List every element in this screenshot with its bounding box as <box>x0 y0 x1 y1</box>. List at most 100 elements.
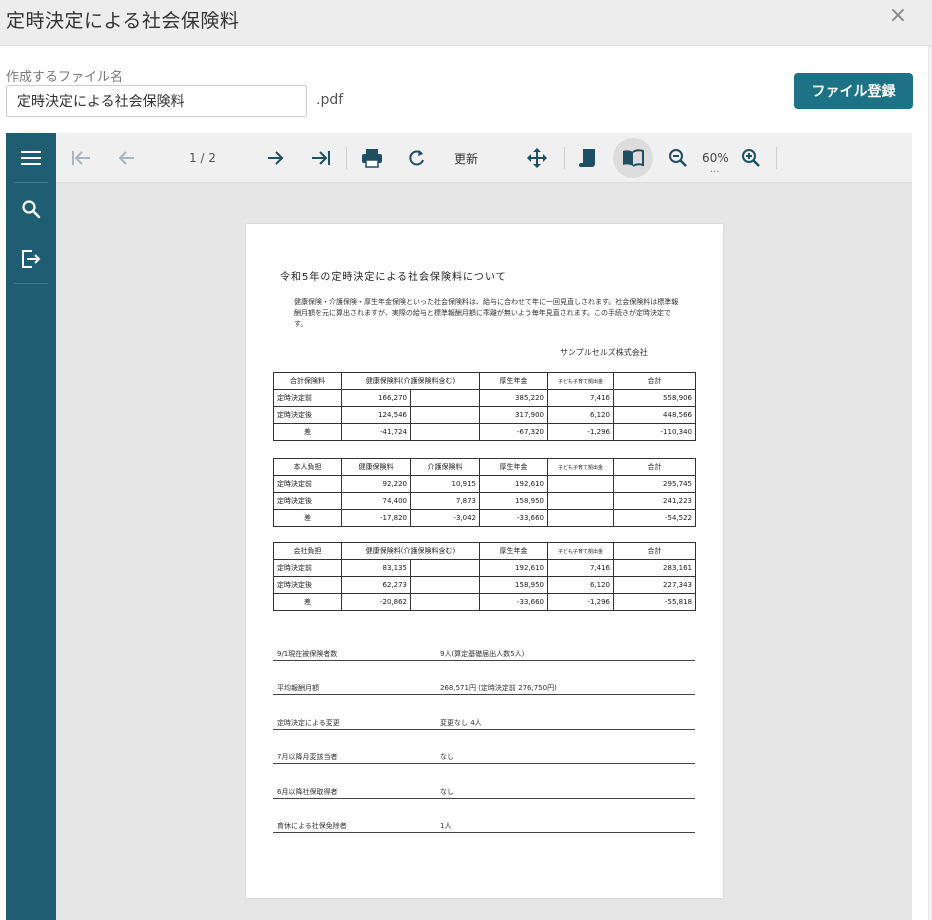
table-cell: 192,610 <box>479 559 548 577</box>
info-value: なし <box>440 788 454 796</box>
table-header-cell: 本人負担 <box>273 458 342 476</box>
table-header-cell: 厚生年金 <box>479 372 548 390</box>
table-cell: 7,416 <box>547 389 614 407</box>
pdf-viewer: 1 / 2 更新 60% ... 令和5年の定時決定による社会保険料について 健… <box>6 133 912 920</box>
document-intro: 健康保険・介護保険・厚生年金保険といった社会保険料は、給与に合わせて年に一回見直… <box>294 298 679 328</box>
previous-page-icon[interactable] <box>112 143 142 173</box>
table-cell <box>410 559 480 577</box>
table-cell: 差 <box>273 423 342 441</box>
table-row: 定時決定前 92,220 10,915 192,610 295,745 <box>273 475 696 493</box>
table-cell: -110,340 <box>613 423 696 441</box>
scrollbar[interactable] <box>928 46 932 920</box>
table-cell: -1,296 <box>547 423 614 441</box>
table-cell: 定時決定後 <box>273 492 342 510</box>
next-page-icon[interactable] <box>260 143 290 173</box>
table-header-cell: 会社負担 <box>273 542 342 560</box>
table-cell: 定時決定前 <box>273 389 342 407</box>
table-cell: 83,135 <box>341 559 411 577</box>
total-premium-table: 合計保険料 健康保険料(介護保険料含む) 厚生年金 子ども子育て拠出金 合計 定… <box>273 372 696 441</box>
info-label: 9/1現在被保険者数 <box>277 650 338 658</box>
rotate-icon[interactable] <box>402 143 432 173</box>
table-cell <box>547 475 614 493</box>
table-header-cell: 厚生年金 <box>479 458 548 476</box>
table-cell: 158,950 <box>479 576 548 594</box>
company-burden-table: 会社負担 健康保険料(介護保険料含む) 厚生年金 子ども子育て拠出金 合計 定時… <box>273 542 696 611</box>
last-page-icon[interactable] <box>306 143 336 173</box>
table-header-cell: 介護保険料 <box>410 458 480 476</box>
table-cell: 227,343 <box>613 576 696 594</box>
table-cell: 定時決定後 <box>273 406 342 424</box>
table-header-cell: 厚生年金 <box>479 542 548 560</box>
employee-burden-table: 本人負担 健康保険料 介護保険料 厚生年金 子ども子育て拠出金 合計 定時決定前… <box>273 458 696 527</box>
table-row: 差 -41,724 -67,320 -1,296 -110,340 <box>273 423 696 441</box>
table-cell: 定時決定前 <box>273 559 342 577</box>
filename-extension: .pdf <box>316 92 344 108</box>
close-icon[interactable]: × <box>886 4 910 28</box>
table-cell: -55,818 <box>613 593 696 611</box>
page-indicator: 1 / 2 <box>189 151 216 165</box>
info-value: 268,571円 (定時決定前 276,750円) <box>440 684 557 692</box>
table-cell: -3,042 <box>410 509 480 527</box>
search-icon[interactable] <box>16 194 46 224</box>
table-cell <box>410 593 480 611</box>
info-row: 平均報酬月額 268,571円 (定時決定前 276,750円) <box>273 682 695 695</box>
info-row: 6月以降社保取得者 なし <box>273 786 695 799</box>
table-cell <box>547 492 614 510</box>
table-cell: 295,745 <box>613 475 696 493</box>
toolbar-divider <box>776 147 777 169</box>
info-row: 9/1現在被保険者数 9人(算定基礎届出人数5人) <box>273 648 695 661</box>
table-cell: 7,416 <box>547 559 614 577</box>
filename-input[interactable] <box>6 85 307 117</box>
table-cell: -41,724 <box>341 423 411 441</box>
info-label: 定時決定による変更 <box>277 719 340 727</box>
refresh-button[interactable]: 更新 <box>449 143 483 173</box>
info-label: 平均報酬月額 <box>277 684 319 692</box>
print-icon[interactable] <box>357 143 387 173</box>
table-header-cell: 合計 <box>613 372 696 390</box>
table-cell: -54,522 <box>613 509 696 527</box>
dialog-title: 定時決定による社会保険料 <box>6 10 240 32</box>
toolbar-divider <box>564 147 565 169</box>
filename-label: 作成するファイル名 <box>6 70 124 85</box>
table-cell <box>410 406 480 424</box>
table-header-cell: 健康保険料(介護保険料含む) <box>341 542 480 560</box>
toolbar-divider <box>346 147 347 169</box>
table-cell: -20,862 <box>341 593 411 611</box>
zoom-level[interactable]: 60% <box>702 151 729 165</box>
table-header-row: 合計保険料 健康保険料(介護保険料含む) 厚生年金 子ども子育て拠出金 合計 <box>273 372 696 390</box>
table-row: 定時決定前 166,270 385,220 7,416 558,906 <box>273 389 696 407</box>
table-cell: 317,900 <box>479 406 548 424</box>
table-cell: 192,610 <box>479 475 548 493</box>
table-cell: -67,320 <box>479 423 548 441</box>
export-icon[interactable] <box>16 244 46 274</box>
table-cell: 241,223 <box>613 492 696 510</box>
first-page-icon[interactable] <box>66 143 96 173</box>
table-row: 定時決定後 74,400 7,873 158,950 241,223 <box>273 492 696 510</box>
zoom-options[interactable]: ... <box>710 164 720 175</box>
table-header-row: 会社負担 健康保険料(介護保険料含む) 厚生年金 子ども子育て拠出金 合計 <box>273 542 696 560</box>
file-register-button[interactable]: ファイル登録 <box>794 73 913 109</box>
info-row: 育休による社保免除者 1人 <box>273 820 695 833</box>
table-cell: 74,400 <box>341 492 411 510</box>
table-row: 差 -17,820 -3,042 -33,660 -54,522 <box>273 509 696 527</box>
info-row: 定時決定による変更 変更なし 4人 <box>273 717 695 730</box>
table-cell: 385,220 <box>479 389 548 407</box>
table-cell: -17,820 <box>341 509 411 527</box>
table-cell: 448,566 <box>613 406 696 424</box>
info-label: 7月以降月変該当者 <box>277 753 338 761</box>
dialog-header: 定時決定による社会保険料 × <box>0 0 932 46</box>
table-cell: 124,546 <box>341 406 411 424</box>
table-cell: 差 <box>273 593 342 611</box>
book-mode-icon[interactable] <box>618 143 648 173</box>
table-cell: 283,161 <box>613 559 696 577</box>
zoom-in-icon[interactable] <box>736 143 766 173</box>
menu-icon[interactable] <box>16 143 46 173</box>
move-icon[interactable] <box>522 143 552 173</box>
table-header-cell: 子ども子育て拠出金 <box>547 458 614 476</box>
table-cell: 10,915 <box>410 475 480 493</box>
table-cell: 定時決定前 <box>273 475 342 493</box>
scroll-mode-icon[interactable] <box>573 143 603 173</box>
zoom-out-icon[interactable] <box>663 143 693 173</box>
info-value: 1人 <box>440 822 452 830</box>
viewer-sidebar <box>6 133 56 920</box>
